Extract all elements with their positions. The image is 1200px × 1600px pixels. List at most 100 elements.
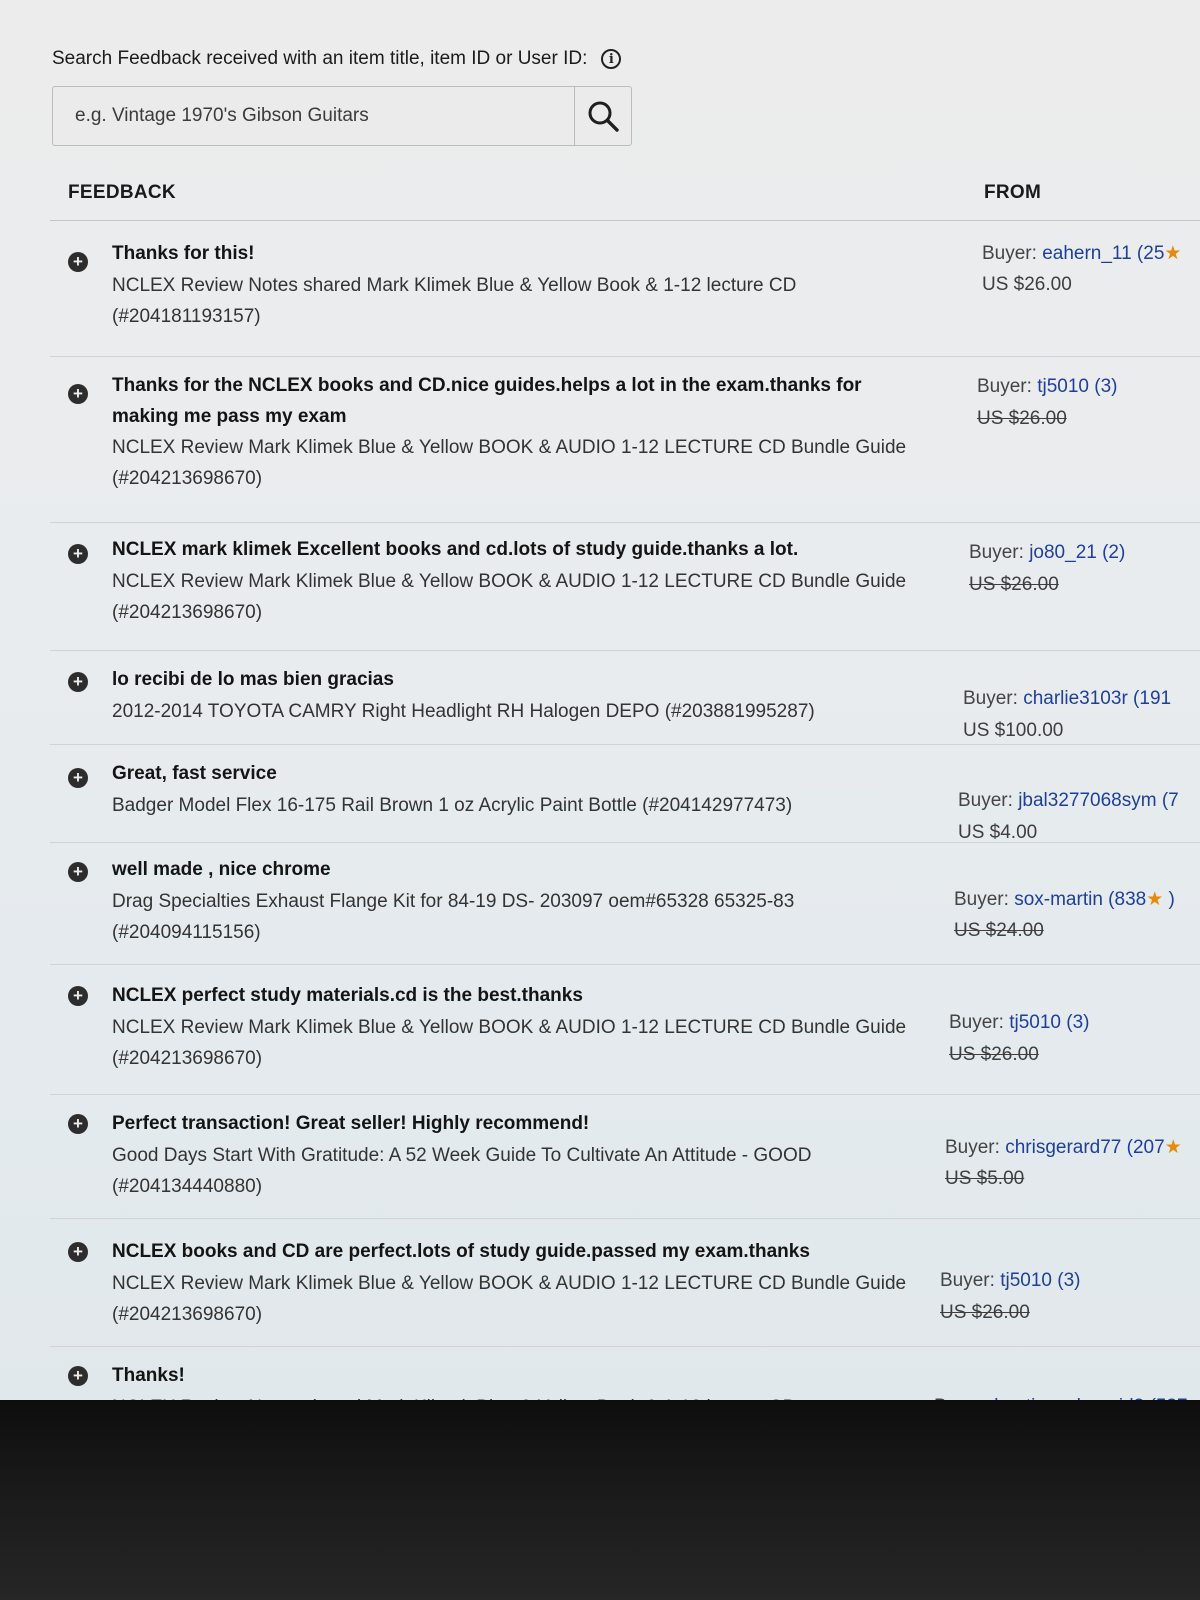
feedback-item-title: NCLEX Review Mark Klimek Blue & Yellow B… [112,571,907,623]
buyer-prefix: Buyer: [949,1012,1004,1033]
positive-feedback-icon: + [68,1114,88,1134]
positive-feedback-icon: + [68,768,88,788]
feedback-row: + well made , nice chrome Drag Specialties… [0,854,1200,972]
item-price: US $26.00 [969,574,1059,595]
item-price: US $100.00 [963,720,1064,741]
positive-feedback-icon: + [68,1366,88,1386]
feedback-comment: Great, fast service [112,763,277,784]
feedback-row: + NCLEX mark klimek Excellent books and c… [0,534,1200,658]
buyer-info: Buyer: tj5010 (3) [977,376,1117,398]
buyer-info: Buyer: charlie3103r (191 [963,688,1171,710]
item-price: US $4.00 [958,822,1038,843]
buyer-feedback-score: (7 [1156,790,1179,811]
buyer-info: Buyer: tj5010 (3) [949,1012,1089,1034]
feedback-comment: NCLEX books and CD are perfect.lots of s… [112,1241,810,1262]
feedback-row: + Perfect transaction! Great seller! High… [0,1108,1200,1226]
buyer-feedback-score: (25 [1131,243,1165,264]
buyer-prefix: Buyer: [940,1270,995,1291]
row-divider [50,744,1200,745]
row-divider [50,1346,1200,1347]
search-icon [588,101,619,132]
feedback-item-title: 2012-2014 TOYOTA CAMRY Right Headlight R… [112,701,815,722]
positive-feedback-icon: + [68,252,88,272]
positive-feedback-icon: + [68,672,88,692]
feedback-star-icon: ★ [1146,889,1164,910]
feedback-item-title: Good Days Start With Gratitude: A 52 Wee… [112,1145,812,1197]
item-price: US $26.00 [940,1302,1030,1323]
feedback-comment: NCLEX mark klimek Excellent books and cd… [112,539,799,560]
feedback-row: + lo recibi de lo mas bien gracias 2012-20… [0,664,1200,752]
item-price: US $26.00 [982,274,1072,295]
feedback-row: + NCLEX perfect study materials.cd is the… [0,980,1200,1102]
buyer-feedback-score: (207 [1121,1137,1165,1158]
feedback-comment: well made , nice chrome [112,859,331,880]
buyer-user-id-link[interactable]: charlie3103r [1023,688,1128,709]
buyer-info: Buyer: tj5010 (3) [940,1270,1080,1292]
buyer-feedback-score: (3) [1088,376,1118,397]
feedback-page: Search Feedback received with an item ti… [0,0,1200,1400]
buyer-feedback-score: (838 [1102,889,1147,910]
row-divider [50,650,1200,651]
buyer-info: Buyer: chrisgerard77 (207★ [945,1136,1182,1159]
buyer-info: Buyer: eahern_11 (25★ [982,242,1181,265]
feedback-item-title: NCLEX Review Notes shared Mark Klimek Bl… [112,275,797,327]
feedback-comment: NCLEX perfect study materials.cd is the … [112,985,583,1006]
buyer-prefix: Buyer: [958,790,1013,811]
buyer-user-id-link[interactable]: eahern_11 [1042,243,1131,264]
buyer-prefix: Buyer: [977,376,1032,397]
feedback-item-title: NCLEX Review Notes shared Mark Klimek Bl… [112,1392,912,1400]
feedback-item-title: NCLEX Review Mark Klimek Blue & Yellow B… [112,1017,907,1069]
positive-feedback-icon: + [68,384,88,404]
buyer-feedback-score: (191 [1127,688,1172,709]
buyer-user-id-link[interactable]: chrisgerard77 [1005,1137,1121,1158]
item-price: US $24.00 [954,920,1044,941]
buyer-prefix: Buyer: [954,889,1009,910]
buyer-user-id-link[interactable]: tj5010 [1000,1270,1052,1291]
item-price: US $5.00 [945,1168,1025,1189]
buyer-prefix: Buyer: [982,243,1037,264]
feedback-item-title: Badger Model Flex 16-175 Rail Brown 1 oz… [112,795,793,816]
search-input[interactable] [53,87,574,145]
feedback-comment: Thanks! [112,1365,185,1386]
row-divider [50,1094,1200,1095]
buyer-feedback-score: (3) [1051,1270,1081,1291]
feedback-comment: lo recibi de lo mas bien gracias [112,669,394,690]
buyer-user-id-link[interactable]: tj5010 [1037,376,1089,397]
buyer-user-id-link[interactable]: jo80_21 [1029,542,1097,563]
buyer-info: Buyer: jo80_21 (2) [969,542,1125,564]
buyer-feedback-score: (3) [1060,1012,1090,1033]
row-divider [50,522,1200,523]
feedback-comment: Perfect transaction! Great seller! Highl… [112,1113,590,1134]
buyer-user-id-link[interactable]: jbal3277068sym [1018,790,1156,811]
feedback-item-title: NCLEX Review Mark Klimek Blue & Yellow B… [112,1273,907,1325]
search-label: Search Feedback received with an item ti… [52,48,622,70]
info-icon[interactable]: i [601,49,622,69]
feedback-row: + NCLEX books and CD are perfect.lots of … [0,1236,1200,1354]
buyer-feedback-score-end: ) [1163,889,1175,910]
buyer-user-id-link[interactable]: sox-martin [1014,889,1103,910]
feedback-row: + Thanks! NCLEX Review Notes shared Mark K… [0,1360,1200,1400]
feedback-row: + Thanks for the NCLEX books and CD.nice … [0,370,1200,530]
feedback-column-header: FEEDBACK [68,182,176,203]
feedback-star-icon: ★ [1164,1137,1182,1158]
buyer-user-id-link[interactable]: tj5010 [1009,1012,1061,1033]
feedback-comment: Thanks for the NCLEX books and CD.nice g… [112,375,862,427]
search-button[interactable] [574,87,631,145]
desk-background [0,1400,1200,1600]
feedback-item-title: NCLEX Review Mark Klimek Blue & Yellow B… [112,437,907,489]
search-box [52,86,632,146]
feedback-comment: Thanks for this! [112,243,255,264]
row-divider [50,356,1200,357]
feedback-row: + Thanks for this! NCLEX Review Notes shar… [0,238,1200,364]
row-divider [50,1218,1200,1219]
feedback-row: + Great, fast service Badger Model Flex 16… [0,758,1200,850]
item-price: US $26.00 [977,408,1067,429]
buyer-prefix: Buyer: [969,542,1024,563]
buyer-prefix: Buyer: [963,688,1018,709]
buyer-info: Buyer: jbal3277068sym (7 [958,790,1179,812]
row-divider [50,964,1200,965]
positive-feedback-icon: + [68,986,88,1006]
buyer-feedback-score: (2) [1096,542,1126,563]
row-divider [50,842,1200,843]
from-column-header: FROM [984,182,1042,203]
